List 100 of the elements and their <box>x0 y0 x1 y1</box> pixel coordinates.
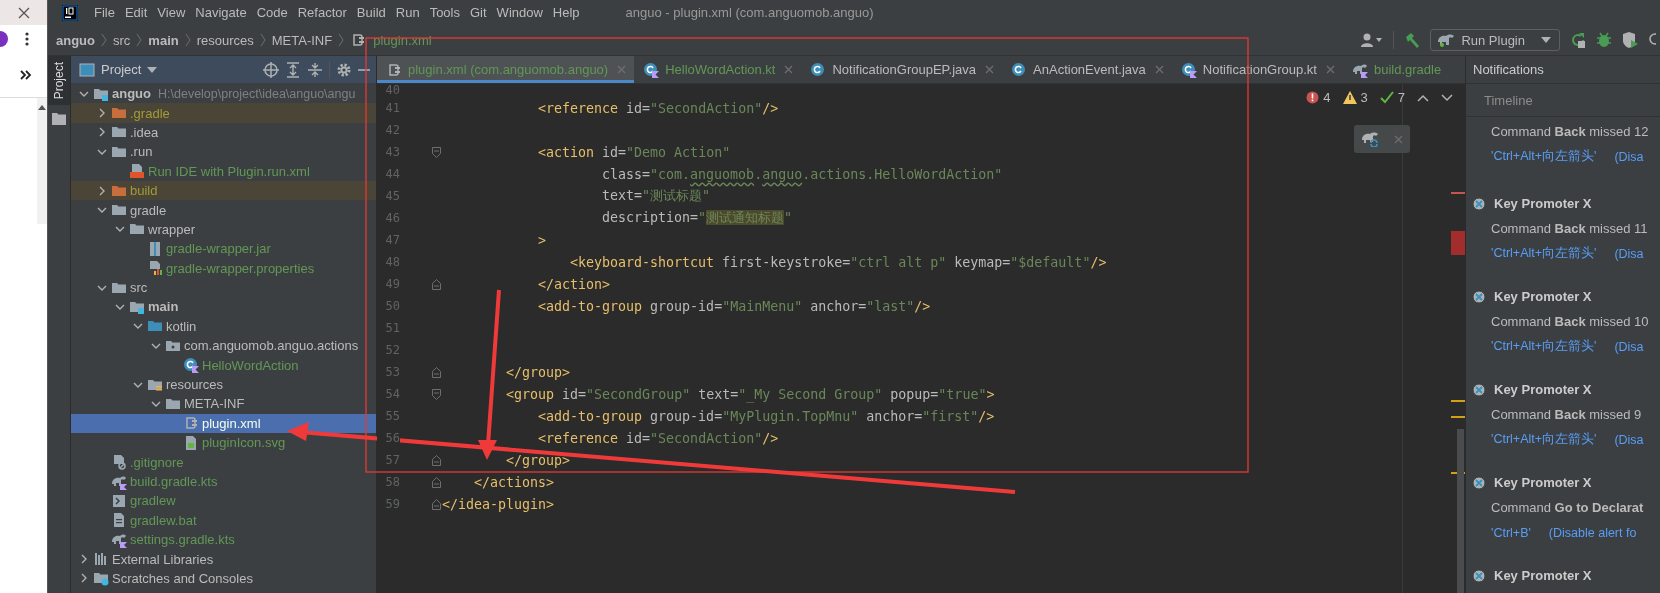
breadcrumb-item[interactable]: anguo <box>56 32 95 48</box>
tree-item[interactable]: build.gradle.kts <box>71 471 376 492</box>
menu-item[interactable]: Build <box>356 5 386 20</box>
fold-marker-icon[interactable] <box>432 366 441 378</box>
shield-icon[interactable] <box>1622 32 1638 48</box>
scroll-up-icon[interactable] <box>37 104 47 110</box>
breadcrumb-item[interactable]: src <box>113 32 131 48</box>
tree-item[interactable]: wrapper <box>71 219 376 240</box>
disable-alert-link[interactable]: (Disa <box>1614 432 1644 447</box>
chevron-right-icon[interactable] <box>97 108 107 119</box>
panel-title[interactable]: Project <box>101 62 142 77</box>
tree-item[interactable]: gradle-wrapper.jar <box>71 239 376 259</box>
tree-item[interactable]: Run IDE with Plugin.run.xml <box>71 161 376 181</box>
menu-item[interactable]: File <box>94 5 115 20</box>
shortcut-link[interactable]: 'Ctrl+B' <box>1491 525 1531 540</box>
run-configuration-dropdown[interactable]: Run Plugin <box>1430 29 1560 51</box>
error-marker[interactable] <box>1451 231 1465 255</box>
tree-item[interactable]: gradle-wrapper.properties <box>71 258 376 278</box>
avatar-icon[interactable] <box>0 31 8 47</box>
tree-item[interactable]: anguo H:\develop\project\idea\anguo\angu <box>71 84 376 104</box>
tree-item[interactable]: .idea <box>71 122 376 143</box>
menu-item[interactable]: Help <box>552 5 580 20</box>
warning-marker[interactable] <box>1451 400 1465 402</box>
shortcut-link[interactable]: 'Ctrl+Alt+向左箭头' <box>1491 148 1597 165</box>
tree-item[interactable]: .run <box>71 142 376 162</box>
chevron-right-icon[interactable] <box>97 127 107 138</box>
close-icon[interactable] <box>17 6 30 19</box>
menu-item[interactable]: View <box>157 5 186 20</box>
chevron-right-icon[interactable] <box>97 185 107 196</box>
tree-item[interactable]: build <box>71 180 376 201</box>
shortcut-link[interactable]: 'Ctrl+Alt+向左箭头' <box>1491 431 1597 448</box>
fold-marker-icon[interactable] <box>432 278 441 290</box>
tree-item[interactable]: gradlew <box>71 491 376 511</box>
editor-tab[interactable]: NotificationGroupEP.java <box>801 56 1003 83</box>
search-icon[interactable] <box>1648 32 1656 48</box>
load-gradle-changes-button[interactable] <box>1354 125 1410 153</box>
chevron-down-icon[interactable] <box>1441 93 1453 102</box>
chevron-right-icon[interactable] <box>79 573 89 584</box>
caret-icon[interactable] <box>147 66 158 73</box>
collapse-all-icon[interactable] <box>307 61 323 78</box>
tree-item[interactable]: resources <box>71 374 376 395</box>
user-icon[interactable] <box>1361 32 1384 48</box>
inspection-counter[interactable]: 7 <box>1379 90 1405 105</box>
breadcrumb-item[interactable]: META-INF <box>271 32 333 48</box>
disable-alert-link[interactable]: (Disable alert fo <box>1548 525 1637 540</box>
tree-item[interactable]: META-INF <box>71 394 376 414</box>
tree-item[interactable]: External Libraries <box>71 549 376 569</box>
shortcut-link[interactable]: 'Ctrl+Alt+向左箭头' <box>1491 338 1597 355</box>
tree-item[interactable]: kotlin <box>71 316 376 337</box>
tree-item[interactable]: gradlew.bat <box>71 510 376 530</box>
menu-item[interactable]: Edit <box>124 5 148 20</box>
tree-item[interactable]: .gradle <box>71 103 376 123</box>
folder-icon[interactable] <box>52 113 66 126</box>
chevron-down-icon[interactable] <box>115 302 125 312</box>
expand-all-icon[interactable] <box>285 61 301 78</box>
shortcut-link[interactable]: 'Ctrl+Alt+向左箭头' <box>1491 245 1597 262</box>
fold-marker-icon[interactable] <box>432 146 441 158</box>
menu-item[interactable]: Tools <box>429 5 460 20</box>
tree-item[interactable]: gradle <box>71 200 376 220</box>
breadcrumb-item[interactable]: resources <box>196 32 254 48</box>
error-marker[interactable] <box>1451 192 1465 194</box>
chevron-icon[interactable] <box>20 70 32 80</box>
chevron-up-icon[interactable] <box>1417 93 1429 102</box>
locate-icon[interactable] <box>263 61 279 78</box>
tree-item[interactable]: HelloWordAction <box>71 355 376 375</box>
rerun-icon[interactable] <box>1570 32 1586 48</box>
tree-item[interactable]: settings.gradle.kts <box>71 530 376 550</box>
inspection-counter[interactable]: 4 <box>1306 90 1331 105</box>
tree-item[interactable]: .gitignore <box>71 452 376 472</box>
breadcrumb-item[interactable]: main <box>148 32 179 48</box>
fold-marker-icon[interactable] <box>432 476 441 488</box>
more-icon[interactable] <box>25 32 29 46</box>
disable-alert-link[interactable]: (Disa <box>1614 246 1644 261</box>
bug-icon[interactable] <box>1596 32 1612 48</box>
tree-item[interactable]: pluginIcon.svg <box>71 433 376 453</box>
tree-item[interactable]: src <box>71 277 376 298</box>
editor-tab[interactable]: AnActionEvent.java <box>1002 56 1172 83</box>
menu-item[interactable]: Window <box>496 5 543 20</box>
tree-item[interactable]: plugin.xml <box>71 413 376 434</box>
warning-marker[interactable] <box>1451 416 1465 418</box>
tree-item[interactable]: com.anguomob.anguo.actions <box>71 336 376 356</box>
menu-item[interactable]: Code <box>256 5 288 20</box>
tree-item[interactable]: Scratches and Consoles <box>71 568 376 589</box>
editor-tab[interactable]: build.gradle <box>1342 56 1456 83</box>
fold-marker-icon[interactable] <box>432 454 441 466</box>
editor-tab[interactable]: HelloWordAction.kt <box>634 56 802 83</box>
hammer-icon[interactable] <box>1404 32 1421 48</box>
chevron-right-icon[interactable] <box>79 554 89 565</box>
menu-item[interactable]: Navigate <box>195 5 247 20</box>
fold-marker-icon[interactable] <box>432 498 441 510</box>
menu-item[interactable]: Refactor <box>297 5 347 20</box>
menu-item[interactable]: Git <box>470 5 487 20</box>
menu-item[interactable]: Run <box>395 5 420 20</box>
scrollbar-thumb[interactable] <box>1457 429 1464 593</box>
fold-marker-icon[interactable] <box>432 388 441 400</box>
settings-icon[interactable] <box>336 61 352 78</box>
tree-item[interactable]: main <box>71 297 376 317</box>
disable-alert-link[interactable]: (Disa <box>1614 339 1644 354</box>
disable-alert-link[interactable]: (Disa <box>1614 149 1644 164</box>
project-tool-window-button[interactable]: Project <box>48 56 70 106</box>
